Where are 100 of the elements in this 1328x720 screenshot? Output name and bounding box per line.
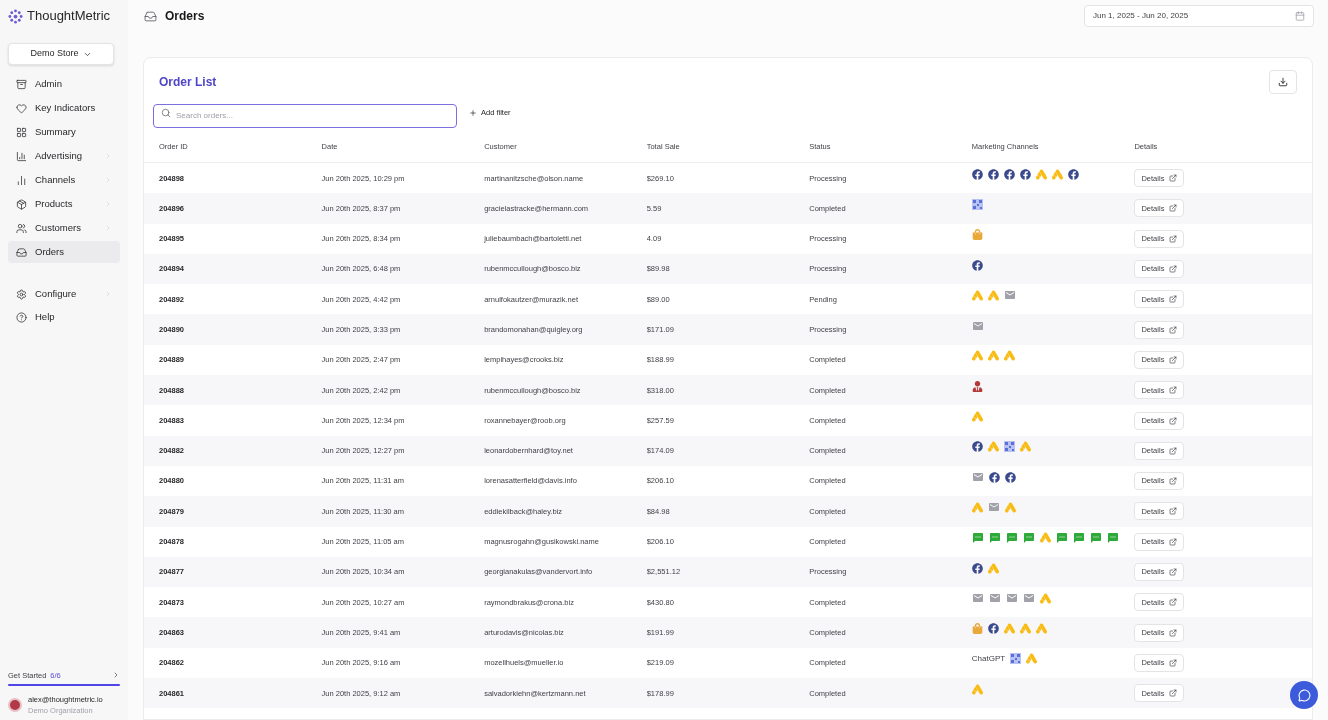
logo-icon [8, 8, 23, 24]
help-icon [16, 311, 27, 323]
nav-item[interactable]: Configure [8, 283, 120, 305]
package-icon [16, 198, 27, 210]
facebook-icon [987, 623, 999, 635]
facebook-icon [971, 441, 983, 453]
date-range: Jun 1, 2025 - Jun 20, 2025 [1093, 10, 1190, 22]
ads-icon [1035, 623, 1047, 635]
box-icon [16, 78, 27, 90]
ads-icon [987, 562, 999, 574]
ads-icon [1051, 168, 1063, 180]
ads-icon [1003, 350, 1015, 362]
ads-icon [987, 441, 999, 453]
mail-icon [971, 592, 984, 605]
store-selector[interactable]: Demo Store [8, 43, 114, 65]
ads-icon [971, 350, 983, 362]
search-icon [161, 108, 171, 118]
ads-icon [971, 289, 983, 301]
nav-item[interactable]: Help [8, 306, 120, 328]
external-link-icon [1169, 537, 1178, 546]
ads-icon [971, 683, 983, 695]
external-link-icon [1169, 295, 1178, 304]
mail-icon [1003, 289, 1016, 302]
channel-label: ChatGPT [971, 652, 1006, 665]
ads-icon [1026, 653, 1038, 665]
ads-icon [1039, 532, 1051, 544]
external-link-icon [1169, 446, 1178, 455]
facebook-icon [988, 471, 1000, 483]
nav-item[interactable]: Key Indicators [8, 97, 120, 119]
nav-item[interactable]: Channels [8, 169, 120, 191]
inbox-icon [144, 9, 157, 23]
nav-label: Summary [35, 124, 77, 139]
chevron-icon [112, 671, 120, 680]
nav-item[interactable]: Customers [8, 217, 120, 239]
mail-icon [971, 319, 984, 332]
settings-icon [16, 288, 27, 300]
facebook-icon [971, 168, 983, 180]
facebook-icon [1067, 168, 1079, 180]
ads-icon [1019, 623, 1031, 635]
chart-icon [16, 150, 27, 162]
external-link-icon [1169, 598, 1178, 607]
date-range-picker[interactable]: Jun 1, 2025 - Jun 20, 2025 [1084, 5, 1314, 27]
bag-icon [971, 623, 983, 635]
nav-label: Admin [35, 76, 63, 91]
nav-label: Help [35, 309, 56, 324]
heart-icon [16, 102, 27, 114]
chat-icon [1106, 531, 1119, 544]
inbox-icon [16, 246, 27, 258]
grid-icon [16, 126, 27, 138]
external-link-icon [1169, 477, 1178, 486]
download-button[interactable] [1269, 70, 1297, 94]
nav-label: Orders [35, 244, 66, 259]
external-link-icon [1169, 325, 1178, 334]
facebook-icon [1003, 168, 1015, 180]
chat-icon [1022, 531, 1035, 544]
mail-icon [1005, 592, 1018, 605]
external-link-icon [1169, 174, 1178, 183]
ads-icon [971, 501, 983, 513]
search-field[interactable]: Search orders... [153, 103, 457, 128]
external-link-icon [1169, 355, 1178, 364]
mail-icon [971, 471, 984, 484]
facebook-icon [1004, 471, 1016, 483]
qr-icon [1010, 653, 1022, 665]
facebook-icon [971, 562, 983, 574]
facebook-icon [987, 168, 999, 180]
ads-icon [1019, 441, 1031, 453]
nav-item[interactable]: Admin [8, 73, 120, 95]
download-icon [1278, 77, 1288, 87]
chat-icon [988, 531, 1001, 544]
nav-label: Key Indicators [35, 100, 97, 115]
bar-chart-icon [16, 174, 27, 186]
calendar-icon [1295, 11, 1305, 21]
chat-icon [1005, 531, 1018, 544]
nav-label: Customers [35, 220, 82, 235]
chat-icon [1297, 688, 1311, 702]
avatar [8, 698, 22, 712]
ads-icon [971, 411, 983, 422]
ads-icon [987, 350, 999, 362]
facebook-icon [971, 259, 983, 271]
nav-label: Configure [35, 286, 78, 301]
nav-item[interactable]: Orders [8, 241, 120, 263]
bag-icon [971, 229, 983, 241]
external-link-icon [1169, 507, 1178, 516]
external-link-icon [1169, 204, 1178, 213]
page-title: Orders [165, 8, 205, 25]
nav-item[interactable]: Advertising [8, 145, 120, 167]
external-link-icon [1169, 386, 1178, 395]
external-link-icon [1169, 658, 1178, 667]
nav-label: Advertising [35, 148, 83, 163]
ads-icon [1035, 168, 1047, 180]
chat-icon [1072, 531, 1085, 544]
person-icon [971, 380, 983, 392]
external-link-icon [1169, 265, 1178, 274]
plus-icon [469, 109, 477, 117]
nav-item[interactable]: Summary [8, 121, 120, 143]
qr-icon [971, 198, 983, 210]
mail-icon [987, 501, 1000, 514]
ads-icon [1004, 501, 1016, 513]
external-link-icon [1169, 234, 1178, 243]
nav-item[interactable]: Products [8, 193, 120, 215]
